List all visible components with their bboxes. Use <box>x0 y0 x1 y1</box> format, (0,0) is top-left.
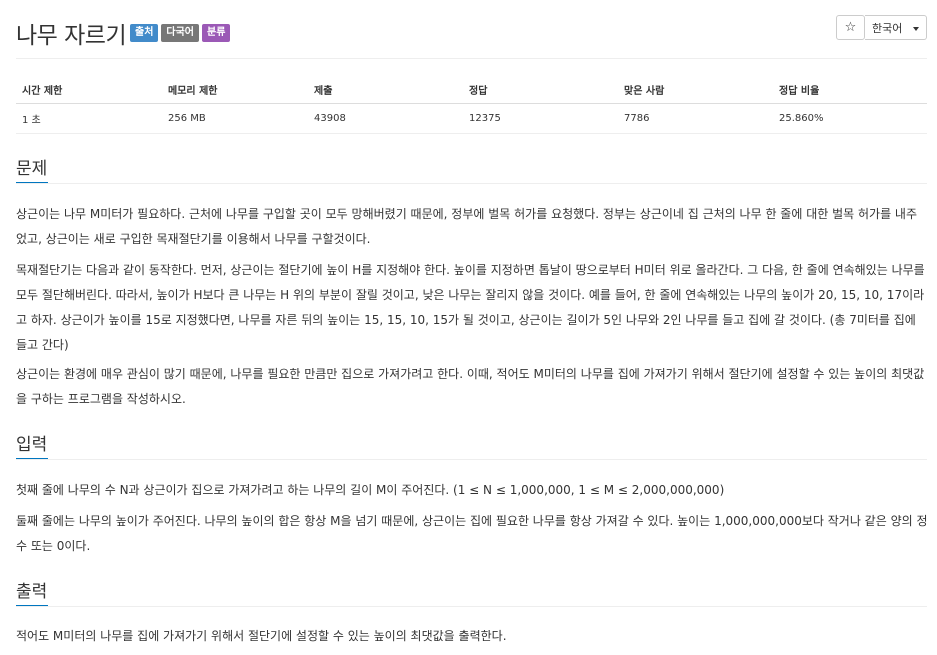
output-section-heading: 출력 <box>16 577 48 607</box>
output-description-p1: 적어도 M미터의 나무를 집에 가져가기 위해서 절단기에 설정할 수 있는 높… <box>16 629 507 643</box>
stats-header-ratio: 정답 비율 <box>773 76 927 104</box>
section-divider <box>16 606 927 607</box>
stats-header-memory-limit: 메모리 제한 <box>162 76 308 104</box>
stats-memory-limit: 256 MB <box>162 103 308 134</box>
badge-source[interactable]: 출처 <box>130 24 159 42</box>
stats-ratio: 25.860% <box>773 103 927 134</box>
problem-description-p1: 상근이는 나무 M미터가 필요하다. 근처에 나무를 구입할 곳이 모두 망해버… <box>16 207 918 246</box>
stats-time-limit: 1 초 <box>16 103 162 134</box>
favorite-star-button[interactable]: ☆ <box>836 15 865 40</box>
stats-submissions: 43908 <box>308 103 463 134</box>
badge-multilang[interactable]: 다국어 <box>161 24 200 42</box>
input-heading-text: 입력 <box>16 435 48 455</box>
section-divider <box>16 459 927 460</box>
page-title: 나무 자르기 <box>16 23 127 49</box>
problem-heading-text: 문제 <box>16 159 48 179</box>
problem-description-p2: 목재절단기는 다음과 같이 동작한다. 먼저, 상근이는 절단기에 높이 H를 … <box>16 263 925 352</box>
stats-solvers: 7786 <box>618 103 773 134</box>
star-icon: ☆ <box>844 20 857 35</box>
problem-description-p3: 상근이는 환경에 매우 관심이 많기 때문에, 나무를 필요한 만큼만 집으로 … <box>16 367 925 406</box>
language-dropdown[interactable]: 한국어 <box>865 15 927 40</box>
stats-header-solvers: 맞은 사람 <box>618 76 773 104</box>
stats-header-row: 시간 제한 메모리 제한 제출 정답 맞은 사람 정답 비율 <box>16 76 927 104</box>
stats-header-time-limit: 시간 제한 <box>16 76 162 104</box>
output-heading-text: 출력 <box>16 582 48 602</box>
problem-section-heading: 문제 <box>16 154 48 184</box>
badge-category[interactable]: 분류 <box>202 24 231 42</box>
problem-stats-table: 시간 제한 메모리 제한 제출 정답 맞은 사람 정답 비율 1 초 256 M… <box>16 76 927 134</box>
language-label: 한국어 <box>872 21 903 35</box>
stats-value-row: 1 초 256 MB 43908 12375 7786 25.860% <box>16 103 927 134</box>
input-description-p1: 첫째 줄에 나무의 수 N과 상근이가 집으로 가져가려고 하는 나무의 길이 … <box>16 483 725 497</box>
stats-accepted: 12375 <box>463 103 618 134</box>
problem-badges: 출처 다국어 분류 <box>130 24 231 42</box>
stats-header-submissions: 제출 <box>308 76 463 104</box>
problem-header: 나무 자르기 출처 다국어 분류 ☆ 한국어 <box>16 10 927 59</box>
input-section-heading: 입력 <box>16 430 48 460</box>
stats-header-accepted: 정답 <box>463 76 618 104</box>
caret-down-icon <box>913 27 919 31</box>
input-description-p2: 둘째 줄에는 나무의 높이가 주어진다. 나무의 높이의 합은 항상 M을 넘기… <box>16 514 928 553</box>
section-divider <box>16 183 927 184</box>
